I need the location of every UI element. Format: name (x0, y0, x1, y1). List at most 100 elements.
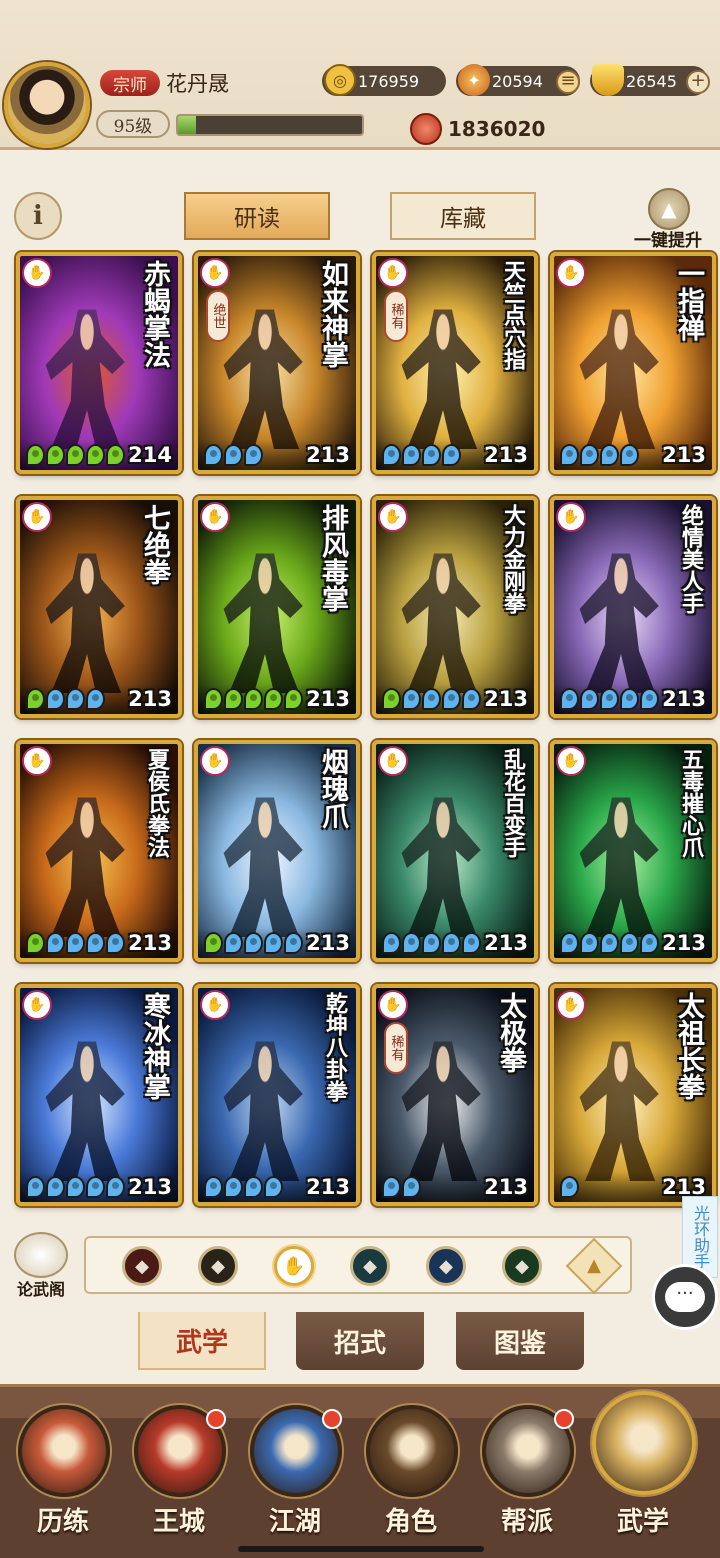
palm-school-icon: ✋ (556, 990, 586, 1020)
poison-school-icon[interactable]: ◆ (502, 1246, 542, 1286)
skill-card[interactable]: ✋ 太祖长拳 213 (550, 984, 716, 1206)
palm-school-icon: ✋ (22, 258, 52, 288)
green-star-icon (46, 444, 65, 466)
nav-item[interactable]: 帮派 (472, 1405, 582, 1545)
skill-card[interactable]: ✋ 五毒摧心爪 213 (550, 740, 716, 962)
card-title: 乱花百变手 (500, 748, 526, 858)
nav-item[interactable]: 武学 (588, 1391, 698, 1545)
skill-card[interactable]: ✋ 烟瑰爪 213 (194, 740, 360, 962)
player-name: 花丹晟 (166, 72, 229, 96)
coin-counter[interactable]: ◎ 176959 (322, 64, 446, 96)
card-level: 213 (662, 443, 706, 467)
palm-school-icon[interactable]: ✋ (274, 1246, 314, 1286)
blue-star-icon (66, 688, 85, 710)
add-spirit-button[interactable]: ≡ (556, 70, 580, 94)
nav-item[interactable]: 历练 (8, 1405, 118, 1545)
blue-star-icon (46, 688, 65, 710)
saber-school-icon[interactable]: ◆ (122, 1246, 162, 1286)
skill-card[interactable]: ✋ 七绝拳 213 (16, 496, 182, 718)
blue-star-icon (422, 444, 441, 466)
green-star-icon (66, 444, 85, 466)
blue-star-icon (86, 1176, 105, 1198)
blue-star-icon (462, 932, 481, 954)
card-title: 排风毒掌 (317, 504, 348, 612)
chat-bubble-icon: ··· (665, 1282, 705, 1312)
star-rating (204, 1176, 283, 1198)
skill-card[interactable]: ✋ 绝情美人手 213 (550, 496, 716, 718)
spirit-fire-icon: ✦ (458, 64, 490, 96)
blue-star-icon (422, 932, 441, 954)
skill-card[interactable]: ✋ 绝世 如来神掌 213 (194, 252, 360, 474)
palm-school-icon: ✋ (200, 990, 230, 1020)
blue-star-icon (46, 1176, 65, 1198)
star-rating (204, 688, 303, 710)
chat-button[interactable]: ··· (652, 1264, 718, 1330)
blue-star-icon (580, 932, 599, 954)
card-title: 夏侯氏拳法 (144, 748, 170, 858)
star-rating (560, 444, 639, 466)
card-level: 213 (484, 931, 528, 955)
star-rating (26, 932, 125, 954)
card-title: 寒冰神掌 (139, 992, 170, 1100)
martial-scroll-icon (592, 1391, 696, 1495)
blue-star-icon (560, 1176, 579, 1198)
collapse-filter-button[interactable]: ▲ (565, 1237, 623, 1295)
rarity-tag: 稀有 (384, 290, 408, 342)
skill-card[interactable]: ✋ 夏侯氏拳法 213 (16, 740, 182, 962)
blue-star-icon (224, 932, 243, 954)
subtab-martial[interactable]: 武学 (138, 1312, 266, 1370)
rarity-tag: 稀有 (384, 1022, 408, 1074)
blue-star-icon (600, 444, 619, 466)
card-level: 213 (306, 931, 350, 955)
blue-star-icon (224, 1176, 243, 1198)
blue-star-icon (46, 932, 65, 954)
blue-star-icon (66, 932, 85, 954)
palm-school-icon: ✋ (556, 746, 586, 776)
skill-card[interactable]: ✋ 乱花百变手 213 (372, 740, 538, 962)
skill-card[interactable]: ✋ 稀有 天竺点穴指 213 (372, 252, 538, 474)
subtab-moves[interactable]: 招式 (296, 1312, 424, 1370)
card-title: 乾坤八卦拳 (322, 992, 348, 1102)
staff-school-icon[interactable]: ◆ (198, 1246, 238, 1286)
home-indicator[interactable] (238, 1546, 484, 1552)
nav-item[interactable]: 江湖 (240, 1405, 350, 1545)
info-button[interactable]: i (14, 192, 62, 240)
skill-card[interactable]: ✋ 大力金刚拳 213 (372, 496, 538, 718)
star-rating (204, 444, 263, 466)
skill-card[interactable]: ✋ 乾坤八卦拳 213 (194, 984, 360, 1206)
nav-item[interactable]: 角色 (356, 1405, 466, 1545)
skill-card[interactable]: ✋ 排风毒掌 213 (194, 496, 360, 718)
gold-ingot-icon (592, 64, 624, 96)
one-click-upgrade-button[interactable]: ▲ 一键提升 (622, 188, 714, 251)
palm-school-icon: ✋ (200, 258, 230, 288)
character-icon (366, 1405, 458, 1497)
nav-item[interactable]: 王城 (124, 1405, 234, 1545)
skill-card[interactable]: ✋ 稀有 太极拳 213 (372, 984, 538, 1206)
taiji-school-icon[interactable]: ◆ (426, 1246, 466, 1286)
star-rating (382, 444, 461, 466)
tab-read[interactable]: 研读 (184, 192, 330, 240)
coin-value: 176959 (358, 71, 420, 91)
lunwuge-button[interactable]: 论武阁 (8, 1232, 74, 1302)
add-gold-button[interactable]: + (686, 70, 710, 94)
blue-star-icon (244, 932, 263, 954)
star-rating (560, 688, 659, 710)
skill-card[interactable]: ✋ 赤蝎掌法 214 (16, 252, 182, 474)
green-star-icon (106, 444, 125, 466)
tab-collection[interactable]: 库藏 (390, 192, 536, 240)
exp-fill (178, 116, 197, 134)
rank-badge: 宗师 (100, 70, 160, 96)
subtab-codex[interactable]: 图鉴 (456, 1312, 584, 1370)
palm-school-icon: ✋ (22, 746, 52, 776)
skill-card[interactable]: ✋ 一指禅 213 (550, 252, 716, 474)
blue-star-icon (402, 688, 421, 710)
blue-star-icon (66, 1176, 85, 1198)
player-avatar[interactable] (4, 62, 90, 148)
fan-school-icon[interactable]: ◆ (350, 1246, 390, 1286)
palm-school-icon: ✋ (200, 502, 230, 532)
training-icon (18, 1405, 110, 1497)
blue-star-icon (204, 444, 223, 466)
notification-dot (554, 1409, 574, 1429)
card-title: 如来神掌 (317, 260, 348, 368)
skill-card[interactable]: ✋ 寒冰神掌 213 (16, 984, 182, 1206)
